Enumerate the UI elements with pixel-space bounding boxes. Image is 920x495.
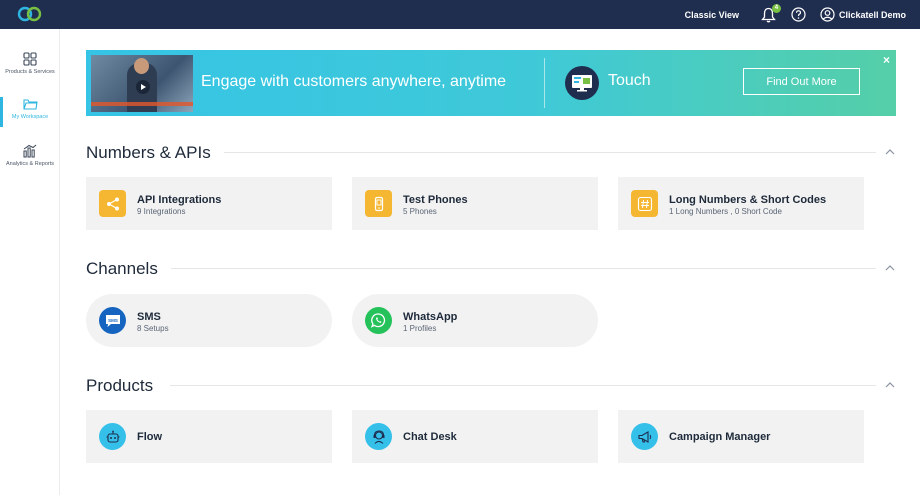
sidebar-item-analytics-reports[interactable]: Analytics & Reports (0, 144, 60, 186)
card-api-integrations[interactable]: API Integrations 9 Integrations (86, 177, 332, 230)
card-test-phones[interactable]: Test Phones 5 Phones (352, 177, 598, 230)
sidebar-item-label: My Workspace (11, 114, 49, 120)
card-flow[interactable]: Flow (86, 410, 332, 463)
hash-icon (631, 190, 658, 217)
card-title: Chat Desk (403, 431, 457, 443)
section-title-numbers-apis: Numbers & APIs (86, 143, 211, 162)
whatsapp-icon (365, 307, 392, 334)
chevron-up-icon[interactable] (885, 148, 895, 156)
card-title: Campaign Manager (669, 431, 771, 443)
section-title-products: Products (86, 376, 154, 395)
card-sms[interactable]: SMS SMS 8 Setups (86, 294, 332, 347)
play-icon[interactable] (136, 80, 150, 94)
card-title: SMS (137, 311, 161, 323)
card-subtitle: 8 Setups (137, 324, 169, 333)
account-menu[interactable]: Clickatell Demo (820, 7, 906, 22)
chevron-up-icon[interactable] (885, 381, 895, 389)
banner-product-name: Touch (608, 72, 651, 89)
chat-agent-icon (365, 423, 392, 450)
card-subtitle: 1 Profiles (403, 324, 437, 333)
sidebar-item-label: Products & Services (5, 69, 55, 75)
sidebar-item-label: Analytics & Reports (6, 161, 54, 167)
robot-icon (99, 423, 126, 450)
card-whatsapp[interactable]: WhatsApp 1 Profiles (352, 294, 598, 347)
section-title-channels: Channels (86, 259, 158, 278)
touch-logo (565, 66, 599, 100)
megaphone-icon (631, 423, 658, 450)
active-indicator (0, 97, 3, 127)
promo-banner: Engage with customers anywhere, anytime … (86, 50, 896, 116)
card-title: API Integrations (137, 194, 222, 206)
section-divider (224, 152, 876, 153)
card-campaign-manager[interactable]: Campaign Manager (618, 410, 864, 463)
help-button[interactable] (790, 6, 808, 24)
top-bar: Classic View 4 Clickatell Demo (0, 0, 920, 29)
classic-view-link[interactable]: Classic View (685, 10, 739, 20)
video-decoration (91, 102, 193, 106)
user-icon (820, 7, 835, 22)
sms-icon: SMS (99, 307, 126, 334)
chevron-up-icon[interactable] (885, 264, 895, 272)
card-subtitle: 9 Integrations (137, 207, 186, 216)
touch-screen-icon (572, 75, 592, 92)
section-divider (170, 385, 876, 386)
bar-chart-icon (23, 144, 37, 158)
section-divider (171, 268, 876, 269)
clickatell-logo[interactable] (17, 6, 43, 22)
sidebar-item-my-workspace[interactable]: My Workspace (0, 97, 60, 139)
card-subtitle: 5 Phones (403, 207, 437, 216)
card-title: Long Numbers & Short Codes (669, 194, 827, 206)
card-subtitle: 1 Long Numbers , 0 Short Code (669, 207, 782, 216)
card-title: Test Phones (403, 194, 468, 206)
notifications-button[interactable]: 4 (760, 3, 781, 24)
sms-icon-text: SMS (108, 317, 118, 322)
account-name: Clickatell Demo (838, 9, 906, 20)
grid-icon (23, 52, 37, 66)
notification-badge: 4 (771, 3, 781, 13)
banner-divider (544, 58, 545, 108)
help-icon (791, 7, 807, 22)
find-out-more-button[interactable]: Find Out More (743, 68, 860, 95)
close-icon[interactable]: × (883, 54, 890, 66)
banner-video-thumbnail[interactable] (91, 55, 193, 112)
card-long-numbers-short-codes[interactable]: Long Numbers & Short Codes 1 Long Number… (618, 177, 864, 230)
sidebar-item-products-services[interactable]: Products & Services (0, 52, 60, 94)
phone-icon (365, 190, 392, 217)
banner-headline: Engage with customers anywhere, anytime (201, 73, 507, 90)
card-title: WhatsApp (403, 311, 458, 323)
video-person-head (134, 58, 149, 74)
share-icon (99, 190, 126, 217)
folder-icon (22, 99, 38, 110)
card-chat-desk[interactable]: Chat Desk (352, 410, 598, 463)
card-title: Flow (137, 431, 163, 443)
sidebar: Products & Services My Workspace Analyti… (0, 29, 60, 495)
